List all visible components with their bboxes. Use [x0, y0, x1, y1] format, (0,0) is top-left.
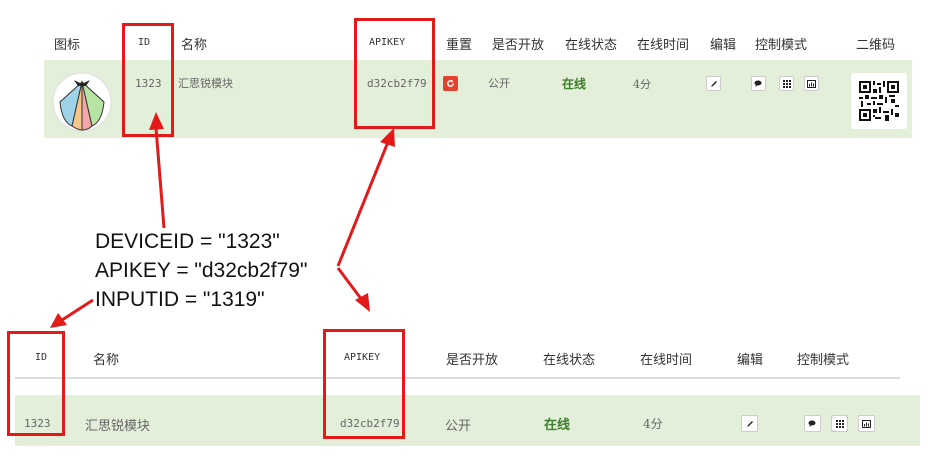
header2-status: 在线状态: [543, 353, 596, 368]
arrow-to-inputid: [61, 298, 94, 322]
annotation-inputid: INPUTID = "1319": [95, 288, 265, 311]
device-name: 汇思锐模块: [85, 419, 151, 434]
header-divider: [15, 377, 900, 379]
public-status: 公开: [445, 419, 472, 434]
grid-icon: [835, 419, 844, 428]
highlight-apikey-box-2: [323, 329, 405, 439]
header2-time: 在线时间: [640, 353, 693, 368]
grid-button[interactable]: [831, 415, 848, 432]
online-time: 4分: [643, 417, 663, 431]
annotation-deviceid: DEVICEID = "1323": [95, 230, 280, 253]
highlight-id-box-2: [7, 331, 65, 436]
arrow-to-id: [154, 127, 166, 229]
arrow-to-apikey-bottom: [336, 267, 364, 301]
chat-icon: [808, 420, 816, 427]
chart-button[interactable]: [858, 415, 875, 432]
table-row: 1323 汇思锐模块 d32cb2f79 公开 在线 4分: [15, 395, 920, 446]
annotation-arrows: [50, 112, 395, 328]
edit-button[interactable]: [741, 415, 758, 432]
header2-public: 是否开放: [446, 353, 499, 368]
header2-edit: 编辑: [737, 353, 764, 368]
online-status: 在线: [544, 418, 571, 433]
header2-control: 控制模式: [797, 353, 850, 368]
header2-name: 名称: [93, 353, 120, 368]
pencil-icon: [746, 420, 753, 427]
annotation-apikey: APIKEY = "d32cb2f79": [95, 259, 308, 282]
arrow-to-apikey-top: [336, 141, 390, 267]
chat-button[interactable]: [804, 415, 821, 432]
chart-icon: [862, 419, 871, 428]
